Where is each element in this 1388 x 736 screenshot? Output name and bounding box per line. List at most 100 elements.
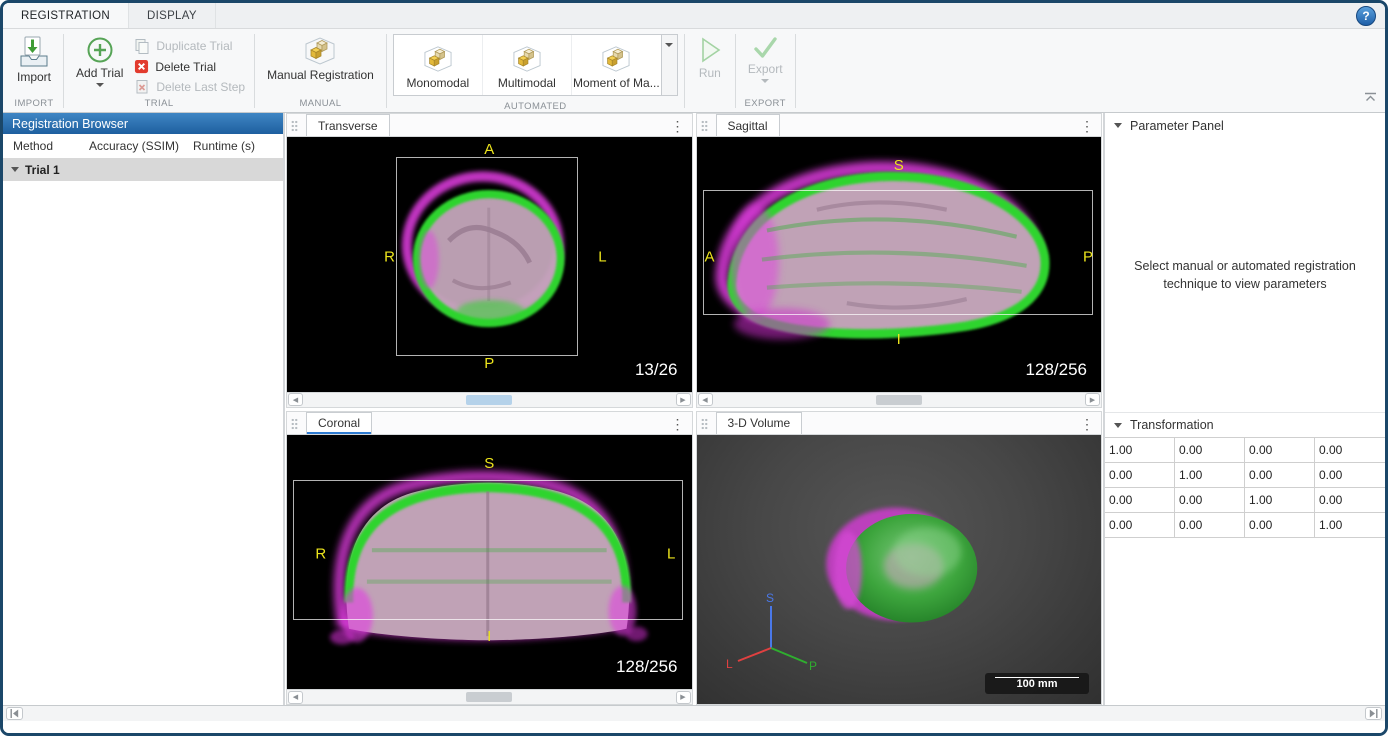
transverse-tabstrip: Transverse ⋮ (287, 114, 692, 137)
tab-3d-volume[interactable]: 3-D Volume (716, 412, 803, 434)
scroll-left-icon[interactable]: ◀ (698, 393, 713, 406)
tab-registration[interactable]: REGISTRATION (3, 3, 129, 28)
expander-icon[interactable] (11, 167, 19, 172)
moment-of-mass-icon (600, 45, 632, 73)
orientation-label-posterior: P (484, 355, 494, 372)
transverse-kebab-menu-icon[interactable]: ⋮ (671, 119, 685, 133)
export-icon (752, 36, 778, 60)
export-caret-icon (761, 79, 769, 83)
ribbon-section-automated: Monomodal Multimodal (387, 30, 684, 112)
window-horizontal-scrollbar[interactable] (3, 705, 1385, 721)
sagittal-scrollbar[interactable]: ◀ ▶ (697, 392, 1102, 407)
add-trial-label: Add Trial (76, 66, 123, 80)
export-label: Export (748, 62, 783, 76)
coronal-canvas[interactable]: S R L I 128/256 (287, 435, 692, 690)
parameter-panel-title: Parameter Panel (1130, 119, 1224, 133)
skip-start-icon (10, 709, 19, 718)
gallery-expand-caret-icon (665, 43, 673, 47)
transformation-header[interactable]: Transformation (1105, 412, 1385, 437)
column-runtime: Runtime (s) (193, 139, 283, 153)
matrix-cell: 1.00 (1175, 463, 1245, 488)
coronal-kebab-menu-icon[interactable]: ⋮ (671, 417, 685, 431)
tab-display[interactable]: DISPLAY (129, 3, 216, 28)
scale-bar-label: 100 mm (1017, 679, 1058, 690)
registration-browser-panel: Registration Browser Method Accuracy (SS… (3, 113, 285, 705)
axis-label-posterior: P (809, 659, 817, 673)
moment-of-mass-label: Moment of Ma... (573, 76, 660, 90)
ribbon: Import IMPORT Add Trial (3, 29, 1385, 113)
transverse-scrollbar[interactable]: ◀ ▶ (287, 392, 692, 407)
help-button[interactable]: ? (1356, 6, 1376, 26)
delete-last-step-button[interactable]: Delete Last Step (134, 79, 245, 95)
duplicate-trial-button[interactable]: Duplicate Trial (134, 38, 245, 54)
scroll-thumb[interactable] (876, 395, 922, 405)
orientation-axes-icon: S P L (723, 590, 819, 682)
orientation-label-anterior: A (484, 141, 494, 158)
gallery-item-multimodal[interactable]: Multimodal (483, 35, 572, 95)
delete-trial-button[interactable]: Delete Trial (134, 59, 245, 74)
scroll-track[interactable] (304, 690, 675, 704)
image-extent-frame (293, 480, 683, 620)
ribbon-section-trial: Add Trial Duplicate Trial (64, 30, 254, 112)
manual-registration-button[interactable]: Manual Registration (260, 33, 381, 83)
gallery-item-moment-of-mass[interactable]: Moment of Ma... (572, 35, 661, 95)
volume-canvas[interactable]: S P L 100 mm (697, 435, 1102, 705)
run-button[interactable]: Run (690, 33, 730, 81)
slice-counter: 128/256 (1026, 360, 1087, 380)
scroll-track[interactable] (714, 393, 1085, 407)
app-window: REGISTRATION DISPLAY ? Import IMPORT (0, 0, 1388, 736)
tab-transverse[interactable]: Transverse (306, 114, 390, 136)
ribbon-section-export: Export EXPORT (736, 30, 795, 112)
panel-grip-icon (291, 120, 298, 132)
scroll-right-icon[interactable]: ▶ (676, 691, 691, 704)
skip-to-end-button[interactable] (1365, 707, 1382, 720)
matrix-cell: 0.00 (1175, 513, 1245, 538)
ribbon-divider (795, 34, 796, 108)
registration-browser-title: Registration Browser (3, 113, 283, 134)
orientation-label-superior: S (894, 157, 904, 174)
viewport-grid: Transverse ⋮ A (285, 113, 1103, 705)
transformation-title: Transformation (1130, 418, 1214, 432)
tab-sagittal[interactable]: Sagittal (716, 114, 780, 136)
collapse-ribbon-button[interactable] (1364, 89, 1377, 107)
scroll-left-icon[interactable]: ◀ (288, 393, 303, 406)
scroll-right-icon[interactable]: ▶ (676, 393, 691, 406)
section-label-trial: TRIAL (64, 97, 254, 112)
ribbon-section-manual: Manual Registration MANUAL (255, 30, 386, 112)
tab-coronal[interactable]: Coronal (306, 412, 372, 434)
parameter-panel-header[interactable]: Parameter Panel (1105, 113, 1385, 138)
panel-grip-icon (291, 418, 298, 430)
scroll-left-icon[interactable]: ◀ (288, 691, 303, 704)
scroll-right-icon[interactable]: ▶ (1085, 393, 1100, 406)
manual-registration-label: Manual Registration (267, 68, 374, 82)
parameter-panel-message: Select manual or automated registration … (1105, 138, 1385, 412)
sagittal-canvas[interactable]: S A P I 128/256 (697, 137, 1102, 392)
duplicate-trial-label: Duplicate Trial (156, 39, 232, 53)
volume-kebab-menu-icon[interactable]: ⋮ (1080, 417, 1094, 431)
trial-row[interactable]: Trial 1 (3, 158, 283, 181)
gallery-item-monomodal[interactable]: Monomodal (394, 35, 483, 95)
gallery-expand-button[interactable] (661, 35, 677, 95)
matrix-cell: 0.00 (1105, 488, 1175, 513)
export-button[interactable]: Export (741, 33, 790, 84)
window-footer (3, 721, 1385, 733)
transverse-canvas[interactable]: A R L P 13/26 (287, 137, 692, 392)
scroll-thumb[interactable] (466, 692, 512, 702)
skip-to-start-button[interactable] (6, 707, 23, 720)
delete-trial-label: Delete Trial (155, 60, 216, 74)
add-trial-button[interactable]: Add Trial (69, 33, 130, 88)
main-area: Registration Browser Method Accuracy (SS… (3, 113, 1385, 705)
matrix-cell: 0.00 (1175, 488, 1245, 513)
parameter-side-panel: Parameter Panel Select manual or automat… (1103, 113, 1385, 705)
orientation-label-right: R (384, 248, 395, 265)
matrix-cell: 0.00 (1315, 438, 1385, 463)
scroll-thumb[interactable] (466, 395, 512, 405)
matrix-cell: 0.00 (1105, 463, 1175, 488)
duplicate-trial-icon (134, 38, 150, 54)
matrix-cell: 1.00 (1245, 488, 1315, 513)
slice-counter: 13/26 (635, 360, 678, 380)
coronal-scrollbar[interactable]: ◀ ▶ (287, 689, 692, 704)
scroll-track[interactable] (304, 393, 675, 407)
sagittal-kebab-menu-icon[interactable]: ⋮ (1080, 119, 1094, 133)
import-button[interactable]: Import (10, 33, 58, 85)
